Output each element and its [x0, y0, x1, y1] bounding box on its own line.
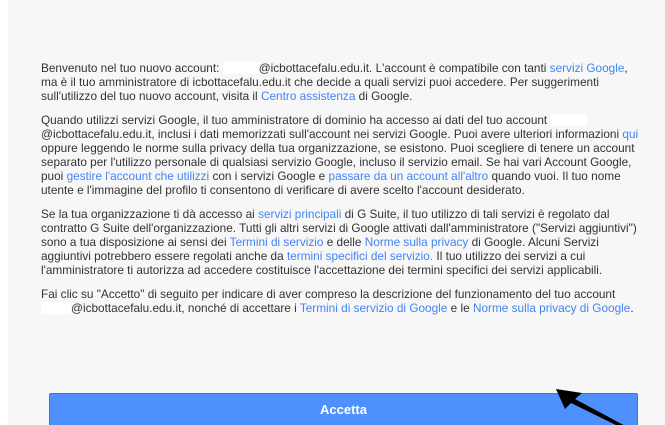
intro-text-1: Benvenuto nel tuo nuovo account:: [41, 61, 223, 75]
core-services-link[interactable]: servizi principali: [258, 207, 341, 221]
google-services-link[interactable]: servizi Google: [550, 61, 625, 75]
redacted-username: [41, 302, 71, 314]
redacted-username: [222, 62, 259, 74]
services-text-1: Se la tua organizzazione ti dà accesso a…: [41, 207, 259, 221]
consent-text-2: @icbottacefalu.edu.it, nonché di accetta…: [71, 301, 300, 315]
admin-text-1: Quando utilizzi servizi Google, il tuo a…: [41, 113, 551, 127]
services-paragraph: Se la tua organizzazione ti dà accesso a…: [41, 207, 639, 277]
manage-accounts-link[interactable]: gestire l'account che utilizzi: [67, 169, 210, 183]
terms-of-service-link[interactable]: Termini di servizio: [230, 235, 324, 249]
page: Benvenuto nel tuo nuovo account: @icbott…: [0, 0, 665, 425]
switch-account-link[interactable]: passare da un account all'altro: [329, 169, 489, 183]
consent-text-4: .: [630, 301, 634, 315]
services-text-3: e delle: [323, 235, 365, 249]
redacted-username: [550, 114, 587, 126]
privacy-policy-link[interactable]: Norme sulla privacy: [365, 235, 469, 249]
consent-text-1: Fai clic su "Accetto" di seguito per ind…: [41, 287, 616, 301]
admin-text-2: @icbottacefalu.edu.it, inclusi i dati me…: [41, 127, 623, 141]
admin-access-paragraph: Quando utilizzi servizi Google, il tuo a…: [41, 113, 639, 197]
intro-text-4: di Google.: [355, 89, 413, 103]
intro-text-2: @icbottacefalu.edu.it. L'account è compa…: [258, 61, 550, 75]
terms-content: Benvenuto nel tuo nuovo account: @icbott…: [41, 61, 639, 315]
google-privacy-link[interactable]: Norme sulla privacy di Google: [473, 301, 630, 315]
service-specific-terms-link[interactable]: termini specifici del servizio.: [287, 249, 433, 263]
accept-button[interactable]: Accetta: [49, 393, 638, 425]
intro-paragraph: Benvenuto nel tuo nuovo account: @icbott…: [41, 61, 639, 103]
consent-paragraph: Fai clic su "Accetto" di seguito per ind…: [41, 287, 639, 315]
help-center-link[interactable]: Centro assistenza: [261, 89, 355, 103]
admin-text-4: con i servizi Google e: [209, 169, 329, 183]
consent-text-3: e le: [447, 301, 473, 315]
more-info-link[interactable]: qui: [622, 127, 638, 141]
google-terms-link[interactable]: Termini di servizio di Google: [300, 301, 448, 315]
